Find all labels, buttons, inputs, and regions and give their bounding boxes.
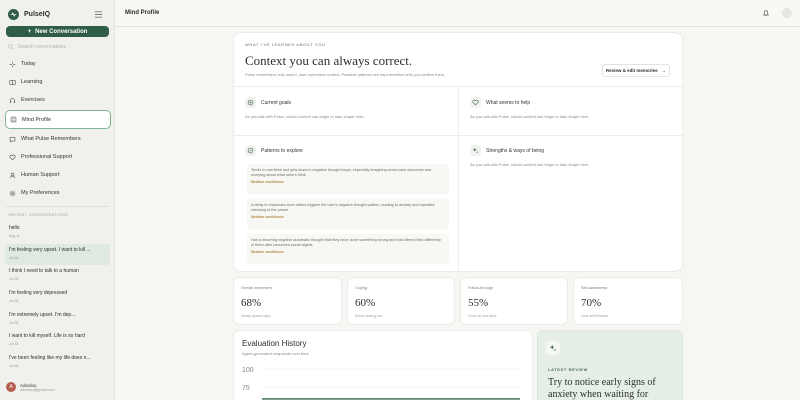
strengths-cell: Strengths & ways of being As you talk wi… (470, 145, 590, 167)
stat-card-coping: Coping 60% Needs strategy use (347, 277, 455, 325)
recent-conversation-item[interactable]: I'm feeling very depressed Jul 18 (5, 287, 110, 309)
menu-icon[interactable] (94, 10, 103, 19)
sidebar-item-professional-support[interactable]: Professional Support (5, 148, 111, 166)
pattern-item[interactable]: Has a recurring negative automatic thoug… (247, 234, 449, 264)
user-account[interactable]: A Adeolou adeolou@gmail.com (6, 382, 55, 392)
y-tick-label: 100 (242, 367, 254, 374)
sidebar-item-my-preferences[interactable]: My Preferences (5, 184, 111, 202)
evaluation-chart: 100 75 (242, 367, 520, 400)
confidence-badge: Medium confidence (251, 215, 284, 219)
bell-icon[interactable] (762, 9, 770, 17)
avatar: A (6, 382, 16, 392)
divider (234, 86, 684, 87)
sidebar-item-learning[interactable]: Learning (5, 73, 111, 91)
stat-card-self-awareness: Self-awareness 70% Clear self reflection (573, 277, 683, 325)
pattern-item[interactable]: Tends to overthink and gets stuck in neg… (247, 164, 449, 194)
compass-icon (245, 145, 256, 156)
y-tick-label: 75 (242, 385, 250, 392)
sidebar-item-what-pulse-remembers[interactable]: What Pulse Remembers (5, 130, 111, 148)
settings-icon (9, 190, 16, 196)
section-eyebrow: WHAT I'VE LEARNED ABOUT YOU (245, 42, 326, 47)
recent-conversations-heading: RECENT CONVERSATIONS (9, 213, 69, 217)
stat-card-follow-through: Follow-through 55% Focus on next steps (460, 277, 568, 325)
evaluation-title: Evaluation History (242, 339, 307, 348)
sidebar-item-exercises[interactable]: Exercises (5, 91, 111, 109)
recent-conversation-item[interactable]: I'm feeling very upset. I want to kill .… (5, 243, 110, 266)
search-icon (8, 44, 14, 50)
heart-icon (470, 97, 481, 108)
sidebar-divider (6, 206, 109, 207)
search-input[interactable]: Search conversations (8, 44, 108, 50)
recent-conversation-item[interactable]: I want to kill myself. Life is so hard J… (5, 330, 110, 352)
divider (234, 135, 684, 136)
pattern-item[interactable]: A delay in responses from others trigger… (247, 199, 449, 229)
section-subtext: Pulse remembers only useful, user-contro… (245, 72, 446, 77)
avatar[interactable] (782, 8, 792, 18)
what-helps-cell: What seems to help As you talk with Puls… (470, 97, 590, 119)
user-icon (9, 172, 16, 178)
divider (458, 86, 459, 273)
sparkle-icon (9, 61, 16, 67)
sidebar: PulseIQ + New Conversation Search conver… (0, 0, 115, 400)
mind-profile-card: WHAT I'VE LEARNED ABOUT YOU Context you … (233, 32, 684, 273)
sparkle-icon (546, 341, 560, 355)
recent-conversation-item[interactable]: I'm extremely upset. I'm dep... Jul 18 (5, 309, 110, 331)
target-icon (245, 97, 256, 108)
confidence-badge: Medium confidence (251, 250, 284, 254)
section-headline: Context you can always correct. (245, 53, 413, 68)
confidence-badge: Medium confidence (251, 180, 284, 184)
recent-conversation-item[interactable]: I've been feeling like my life does n...… (5, 352, 110, 374)
sidebar-item-human-support[interactable]: Human Support (5, 166, 111, 184)
new-conversation-button[interactable]: + New Conversation (6, 26, 109, 37)
recent-conversation-item[interactable]: I think I need to talk to a human Jul 18 (5, 265, 110, 287)
evaluation-subtitle: Agent-generated snapshots over time (242, 351, 309, 356)
sidebar-item-today[interactable]: Today (5, 55, 111, 73)
recent-conversations-list: hello Aug 11 I'm feeling very upset. I w… (5, 222, 110, 374)
page-title: Mind Profile (125, 10, 160, 16)
recent-conversation-item[interactable]: hello Aug 11 (5, 222, 110, 244)
profile-icon (10, 116, 17, 123)
evaluation-history-card: Evaluation History Agent-generated snaps… (233, 330, 533, 400)
top-bar: Mind Profile (115, 0, 800, 27)
latest-review-label: LATEST REVIEW (548, 367, 588, 372)
pulse-logo-icon (8, 9, 19, 20)
arrow-right-icon: → (661, 68, 667, 73)
headphones-icon (10, 97, 15, 103)
current-goals-cell: Current goals As you talk with Pulse, us… (245, 97, 365, 119)
stat-card-overall-movement: Overall movement 68% Steady upward signs (233, 277, 342, 325)
heart-icon (9, 154, 16, 160)
plus-icon: + (27, 28, 32, 35)
sparkle-icon (470, 145, 481, 156)
patterns-cell: Patterns to explore (245, 145, 303, 156)
user-email: adeolou@gmail.com (20, 387, 55, 392)
brand[interactable]: PulseIQ (8, 9, 50, 20)
latest-review-card[interactable]: LATEST REVIEW Try to notice early signs … (537, 330, 683, 400)
latest-review-text: Try to notice early signs of anxiety whe… (548, 377, 656, 400)
sidebar-nav: Today Learning Exercises Mind Profile Wh… (5, 55, 111, 202)
sidebar-item-mind-profile[interactable]: Mind Profile (5, 110, 111, 129)
chat-icon (9, 136, 16, 143)
review-edit-memories-button[interactable]: Review & edit memories → (602, 64, 670, 77)
book-icon (9, 79, 16, 85)
app-name: PulseIQ (24, 11, 51, 18)
